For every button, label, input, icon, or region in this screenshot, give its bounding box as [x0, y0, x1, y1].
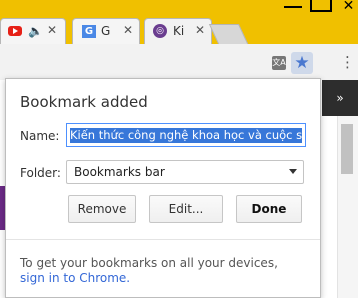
bubble-title: Bookmark added: [20, 93, 148, 111]
maximize-icon[interactable]: [310, 0, 332, 12]
folder-label: Folder:: [20, 166, 61, 180]
divider: [6, 239, 320, 240]
overflow-chevron[interactable]: »: [322, 80, 358, 116]
tab-close-icon[interactable]: ✕: [123, 23, 133, 37]
edit-button[interactable]: Edit...: [149, 195, 223, 223]
bookmark-bubble: Bookmark added Name: Kiến thức công nghệ…: [5, 78, 321, 298]
minimize-icon[interactable]: [284, 6, 302, 8]
remove-button[interactable]: Remove: [68, 195, 136, 223]
speaker-icon[interactable]: 🔈: [28, 24, 43, 38]
translate-icon[interactable]: 文A: [272, 56, 286, 70]
menu-icon[interactable]: ⋮: [340, 53, 355, 71]
tab-youtube[interactable]: 🔈 ✕: [0, 18, 66, 44]
folder-select[interactable]: Bookmarks bar: [66, 160, 304, 184]
tab-close-icon[interactable]: ✕: [195, 23, 205, 37]
name-label: Name:: [20, 129, 60, 143]
tab-close-icon[interactable]: ✕: [47, 23, 57, 37]
close-window-icon[interactable]: ✕: [339, 0, 358, 14]
tab-title: Ki: [173, 24, 185, 38]
tab-active[interactable]: ◎ Ki ✕: [144, 18, 212, 44]
star-icon[interactable]: ★: [291, 52, 313, 74]
tab-google-translate[interactable]: G G ✕: [72, 18, 140, 44]
google-translate-icon: G: [82, 25, 96, 38]
scrollbar-thumb[interactable]: [341, 124, 353, 174]
youtube-icon: [8, 26, 22, 36]
done-button[interactable]: Done: [236, 195, 302, 223]
sign-in-link[interactable]: sign in to Chrome.: [20, 271, 130, 285]
site-icon: ◎: [153, 24, 167, 38]
sync-prompt-text: To get your bookmarks on all your device…: [20, 256, 278, 270]
chevron-down-icon: [289, 169, 297, 174]
tab-title: G: [101, 24, 111, 38]
folder-value: Bookmarks bar: [74, 165, 165, 179]
bookmark-name-value[interactable]: Kiến thức công nghệ khoa học và cuộc sốn…: [70, 128, 302, 143]
